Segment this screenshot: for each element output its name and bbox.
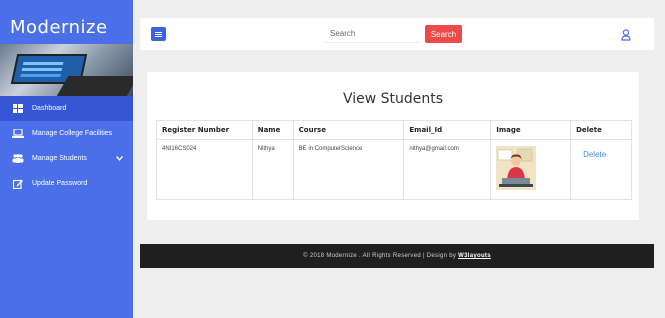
course-cell: BE in ComputerScience <box>292 139 405 200</box>
sidebar-item-dashboard[interactable]: Dashboard <box>0 96 133 121</box>
chevron-down-icon[interactable] <box>115 154 124 163</box>
sidebar-item-manage-college-facilities[interactable]: Manage College Facilities <box>0 121 133 146</box>
table-row: 4NI16CS024 Nithya BE in ComputerScience … <box>156 139 632 200</box>
page: Modernize Dashboard Manage College Facil… <box>0 0 665 318</box>
top-bar: Search <box>140 18 654 50</box>
logo[interactable]: Modernize <box>10 17 108 38</box>
column-header: Register Number <box>156 120 253 140</box>
students-card: View Students Register Number Name Cours… <box>147 72 639 220</box>
sidebar-item-update-password[interactable]: Update Password <box>0 171 133 196</box>
search-button[interactable]: Search <box>425 25 462 43</box>
copyright-text: © 2018 Modernize . All Rights Reserved |… <box>303 253 459 259</box>
sidebar-item-label: Dashboard <box>32 105 67 112</box>
name-cell: Nithya <box>251 139 294 200</box>
column-header: Delete <box>570 120 632 140</box>
email-cell: nithya@gmail.com <box>403 139 492 200</box>
menu-toggle-button[interactable] <box>151 27 166 41</box>
dashboard-icon <box>12 104 24 114</box>
delete-link[interactable]: Delete <box>583 150 606 159</box>
image-cell <box>490 139 572 200</box>
delete-cell: Delete <box>570 139 632 200</box>
hamburger-icon <box>155 33 162 35</box>
edit-icon <box>12 179 24 189</box>
laptop-icon <box>12 129 24 139</box>
search-input[interactable] <box>324 25 420 43</box>
user-icon[interactable] <box>621 28 631 41</box>
students-table: Register Number Name Course Email_Id Ima… <box>156 120 632 200</box>
sidebar-item-label: Update Password <box>32 180 88 187</box>
sidebar: Modernize Dashboard Manage College Facil… <box>0 0 133 318</box>
sidebar-item-label: Manage College Facilities <box>32 130 113 137</box>
footer: © 2018 Modernize . All Rights Reserved |… <box>140 244 654 268</box>
sidebar-item-manage-students[interactable]: Manage Students <box>0 146 133 171</box>
logo-bar: Modernize <box>0 0 133 44</box>
column-header: Course <box>292 120 405 140</box>
column-header: Image <box>490 120 572 140</box>
student-photo <box>496 146 537 190</box>
column-header: Name <box>251 120 294 140</box>
sidebar-nav: Dashboard Manage College Facilities Mana… <box>0 96 133 196</box>
column-header: Email_Id <box>403 120 492 140</box>
w3layouts-link[interactable]: W3layouts <box>458 253 491 259</box>
sidebar-item-label: Manage Students <box>32 155 87 162</box>
keyboard-graphic <box>55 76 133 96</box>
register-number-cell: 4NI16CS024 <box>156 139 253 200</box>
users-icon <box>12 154 24 164</box>
sidebar-banner-image <box>0 44 133 96</box>
table-header-row: Register Number Name Course Email_Id Ima… <box>156 120 632 140</box>
page-title: View Students <box>342 91 444 107</box>
